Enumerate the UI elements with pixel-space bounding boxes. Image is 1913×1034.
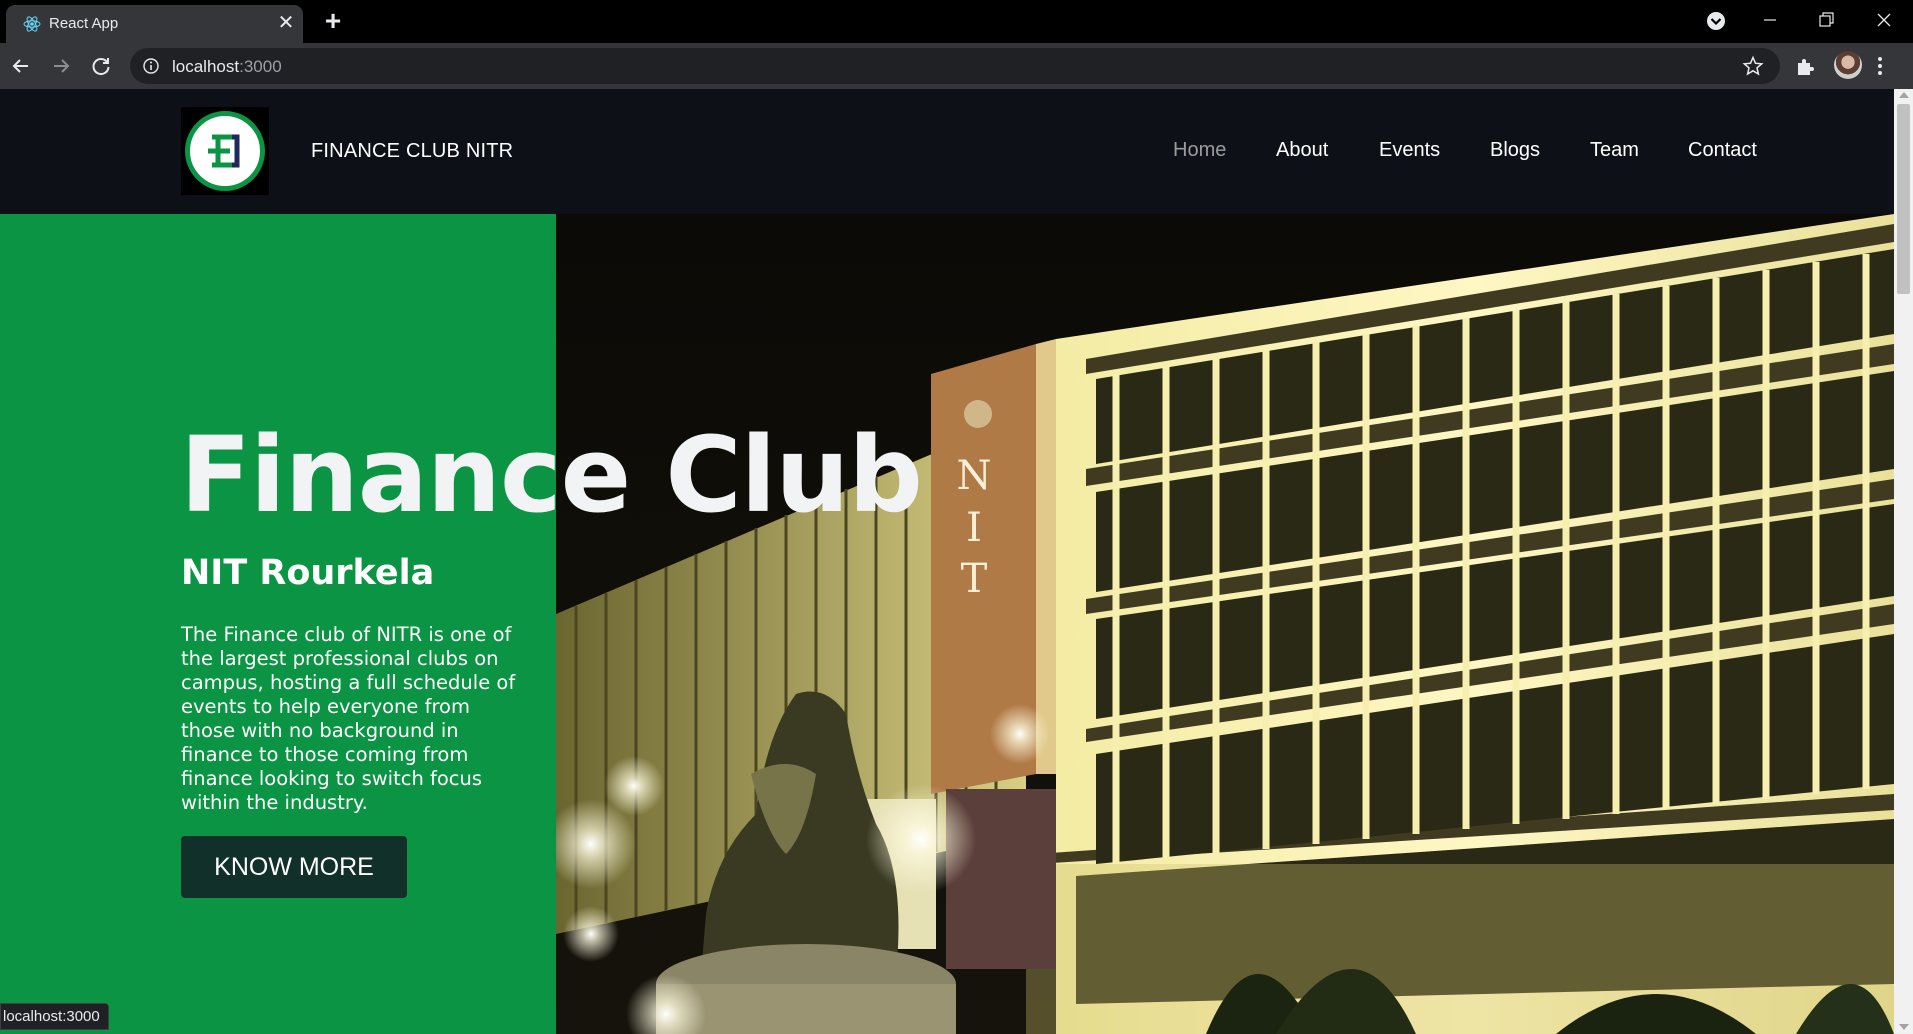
- hero-title: Finance Club: [180, 414, 923, 536]
- bookmark-star-icon[interactable]: [1742, 55, 1764, 77]
- url-text: localhost:3000: [172, 57, 282, 77]
- restore-icon[interactable]: [1810, 6, 1842, 36]
- extensions-puzzle-icon[interactable]: [1795, 55, 1817, 77]
- hero-building-photo: N I T: [556, 214, 1894, 1034]
- scroll-up-arrow-icon[interactable]: [1899, 92, 1909, 98]
- building-sign-t: T: [961, 556, 988, 602]
- browser-tab[interactable]: React App ✕: [6, 5, 303, 43]
- site-info-icon[interactable]: [142, 57, 160, 75]
- building-sign-i: I: [966, 505, 982, 551]
- page-scrollbar[interactable]: [1894, 89, 1913, 1034]
- new-tab-icon[interactable]: +: [318, 7, 348, 35]
- browser-menu-icon[interactable]: [1876, 54, 1884, 78]
- nav-blogs[interactable]: Blogs: [1490, 139, 1540, 162]
- nav-events[interactable]: Events: [1379, 139, 1440, 162]
- hero-description: The Finance club of NITR is one of the l…: [181, 623, 516, 814]
- logo-emblem: [185, 111, 265, 191]
- know-more-button[interactable]: KNOW MORE: [181, 836, 407, 898]
- tab-title: React App: [49, 15, 119, 32]
- site-navbar: FINANCE CLUB NITR Home About Events Blog…: [0, 89, 1894, 214]
- nav-contact[interactable]: Contact: [1688, 139, 1757, 162]
- close-tab-icon[interactable]: ✕: [274, 11, 298, 35]
- profile-avatar[interactable]: [1834, 51, 1862, 79]
- brand-name[interactable]: FINANCE CLUB NITR: [311, 140, 513, 163]
- link-status-bubble: localhost:3000: [0, 1003, 109, 1030]
- url-port: :3000: [239, 57, 282, 76]
- logo-mark-icon: [208, 134, 240, 168]
- club-logo[interactable]: [181, 107, 269, 195]
- close-window-icon[interactable]: [1868, 6, 1900, 36]
- page-viewport: FINANCE CLUB NITR Home About Events Blog…: [0, 89, 1894, 1034]
- nav-team[interactable]: Team: [1590, 139, 1639, 162]
- nav-home[interactable]: Home: [1173, 139, 1226, 162]
- url-host: localhost: [172, 57, 240, 76]
- hero-subtitle: NIT Rourkela: [181, 553, 435, 593]
- forward-arrow-icon[interactable]: [48, 53, 74, 79]
- scroll-thumb[interactable]: [1897, 104, 1910, 294]
- react-icon: [23, 16, 41, 32]
- browser-tab-bar: React App ✕ +: [0, 0, 1913, 43]
- address-bar[interactable]: localhost:3000: [130, 48, 1780, 84]
- nav-about[interactable]: About: [1276, 139, 1328, 162]
- reload-icon[interactable]: [88, 53, 114, 79]
- building-sign-n: N: [957, 453, 992, 499]
- scroll-down-arrow-icon[interactable]: [1899, 1024, 1909, 1030]
- browser-toolbar: localhost:3000: [0, 43, 1913, 89]
- tab-search-icon[interactable]: [1700, 6, 1732, 36]
- hero-section: N I T Finance Club NIT Rourkela The Fina…: [0, 214, 1894, 1034]
- back-arrow-icon[interactable]: [8, 53, 34, 79]
- nit-building-illustration: N I T: [556, 214, 1894, 1034]
- minimize-icon[interactable]: [1754, 6, 1786, 36]
